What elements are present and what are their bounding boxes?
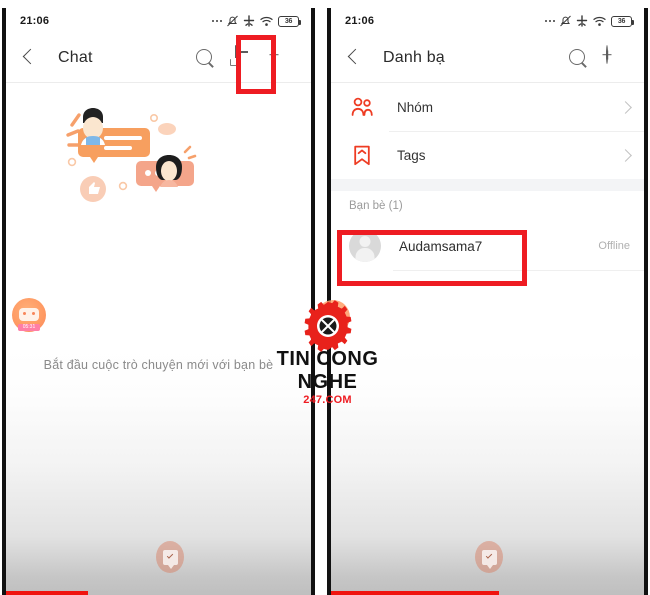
search-icon[interactable] <box>566 46 590 70</box>
more-dots-icon <box>211 19 222 23</box>
friends-section-title: Bạn bè (1) <box>331 191 644 221</box>
airplane-mode-icon <box>576 15 588 27</box>
menu-item-groups[interactable]: Nhóm <box>331 83 644 131</box>
note-icon[interactable] <box>233 45 257 70</box>
avatar <box>349 230 381 262</box>
menu-item-label: Nhóm <box>397 99 434 115</box>
more-dots-icon <box>544 19 555 23</box>
status-bar-left: 21:06 36 <box>6 8 311 34</box>
right-appbar-actions <box>566 45 630 70</box>
back-icon[interactable] <box>343 47 365 69</box>
battery-icon: 36 <box>278 15 301 27</box>
page-title: Chat <box>58 49 93 66</box>
contact-status: Offline <box>598 240 630 252</box>
mute-bell-icon <box>560 15 571 27</box>
left-app-bar: Chat <box>6 34 311 82</box>
section-spacer <box>331 179 644 191</box>
wifi-icon <box>593 16 606 26</box>
airplane-mode-icon <box>243 15 255 27</box>
search-icon[interactable] <box>193 46 217 70</box>
battery-icon: 36 <box>611 15 634 27</box>
group-people-icon <box>349 97 375 117</box>
left-phone-panel: 21:06 36 Chat Bắt đầu cuộc trò chuyện mớ… <box>2 8 315 595</box>
status-time: 21:06 <box>20 15 50 27</box>
mini-avatar-left: 05:31 <box>12 298 46 332</box>
mini-avatar-badge: 05:31 <box>18 324 40 331</box>
status-icon-group: 36 <box>211 15 301 27</box>
screenshot-root: 21:06 36 Chat Bắt đầu cuộc trò chuyện mớ… <box>0 0 650 595</box>
page-title: Danh bạ <box>383 49 445 66</box>
bookmark-tag-icon <box>349 145 375 166</box>
mini-avatar-badge: 05:31 <box>322 326 344 333</box>
contact-name: Audamsama7 <box>399 238 483 254</box>
menu-item-label: Tags <box>397 147 426 163</box>
wifi-icon <box>260 16 273 26</box>
menu-item-tags[interactable]: Tags <box>331 131 644 179</box>
status-bar-right: 21:06 36 <box>331 8 644 34</box>
mini-avatar-right: 05:31 <box>316 300 350 334</box>
chevron-right-icon <box>619 100 632 114</box>
mute-bell-icon <box>227 15 238 27</box>
status-time: 21:06 <box>345 15 375 27</box>
battery-level: 36 <box>617 17 626 25</box>
bottom-floating-badge[interactable] <box>475 541 503 573</box>
empty-chat-illustration <box>66 108 197 202</box>
add-icon[interactable] <box>606 45 630 70</box>
empty-state-text: Bắt đầu cuộc trò chuyện mới với bạn bè <box>43 358 274 372</box>
right-phone-panel: 21:06 36 Danh bạ Nhóm Tags Bạn bè (1) Au… <box>327 8 648 595</box>
contact-list-item[interactable]: Audamsama7 Offline <box>331 221 644 271</box>
right-app-bar: Danh bạ <box>331 34 644 82</box>
back-icon[interactable] <box>18 47 40 69</box>
bottom-progress-bar-right <box>331 591 499 595</box>
status-icon-group: 36 <box>544 15 634 27</box>
bottom-floating-badge[interactable] <box>156 541 184 573</box>
bottom-progress-bar-left <box>6 591 88 595</box>
add-icon[interactable] <box>273 45 297 70</box>
empty-state-left: Bắt đầu cuộc trò chuyện mới với bạn bè <box>6 83 311 423</box>
chevron-right-icon <box>619 148 632 162</box>
left-appbar-actions <box>193 45 297 70</box>
battery-level: 36 <box>284 17 293 25</box>
